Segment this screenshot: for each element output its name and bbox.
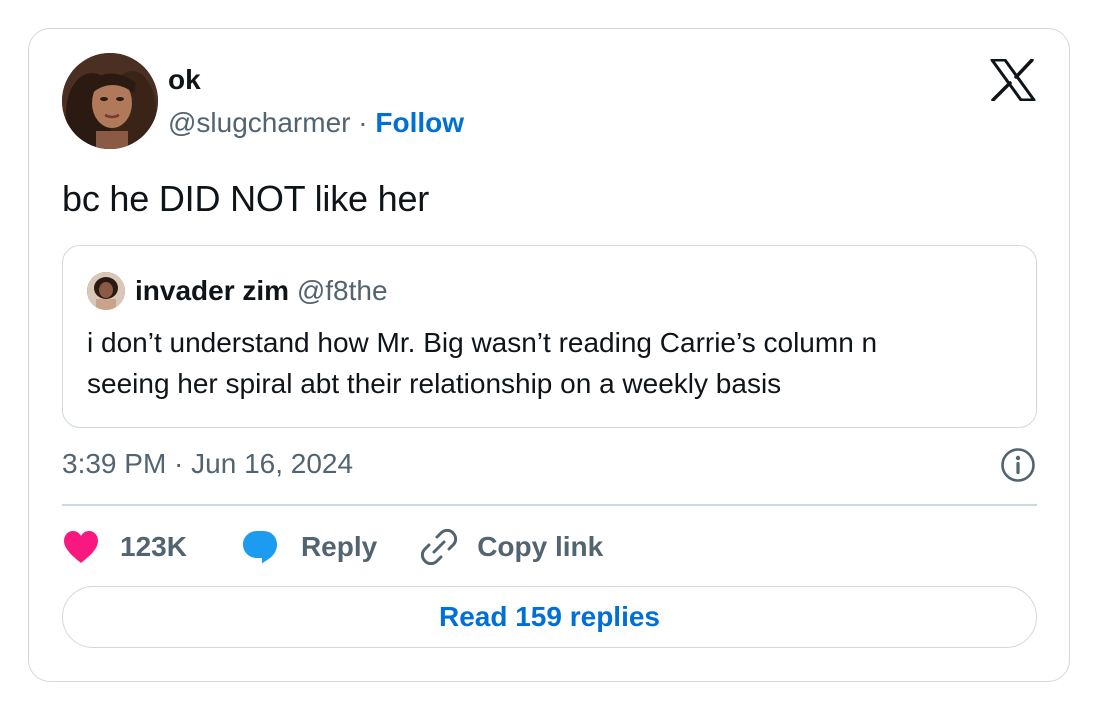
read-replies-button[interactable]: Read 159 replies	[62, 586, 1037, 648]
quoted-text-line: i don’t understand how Mr. Big wasn’t re…	[87, 327, 878, 358]
author-handle-row: @slugcharmer · Follow	[168, 105, 464, 141]
handle-separator: ·	[350, 107, 376, 138]
embedded-tweet-card: ok @slugcharmer · Follow bc he DID NOT l…	[28, 28, 1070, 682]
info-icon[interactable]	[1000, 447, 1036, 483]
tweet-text: bc he DID NOT like her	[62, 178, 430, 219]
author-handle[interactable]: @slugcharmer	[168, 107, 350, 138]
copy-link-label: Copy link	[477, 531, 604, 562]
reply-button[interactable]: Reply	[241, 529, 377, 565]
copy-link-button[interactable]: Copy link	[421, 529, 603, 565]
like-button[interactable]: 123K	[62, 530, 187, 564]
follow-link[interactable]: Follow	[375, 107, 464, 138]
action-bar: 123K Reply Copy link	[62, 525, 603, 569]
quoted-display-name[interactable]: invader zim	[135, 275, 289, 306]
tweet-timestamp[interactable]: 3:39 PM · Jun 16, 2024	[62, 446, 353, 482]
link-icon	[421, 529, 458, 565]
reply-label: Reply	[300, 531, 378, 562]
quoted-handle[interactable]: @f8the	[297, 275, 388, 306]
quoted-tweet-text: i don’t understand how Mr. Big wasn’t re…	[87, 322, 1017, 404]
heart-icon	[64, 531, 98, 563]
quoted-text-line: seeing her spiral abt their relationship…	[87, 368, 782, 399]
author-display-name[interactable]: ok	[168, 62, 201, 98]
speech-bubble-icon	[242, 531, 277, 564]
like-count: 123K	[120, 531, 187, 562]
quoted-author-avatar[interactable]	[87, 272, 125, 310]
author-avatar[interactable]	[62, 53, 158, 149]
x-logo-icon[interactable]	[990, 58, 1036, 102]
quoted-tweet[interactable]: invader zim @f8the i don’t understand ho…	[62, 245, 1037, 428]
divider	[62, 504, 1037, 506]
quoted-header: invader zim @f8the	[135, 272, 388, 310]
